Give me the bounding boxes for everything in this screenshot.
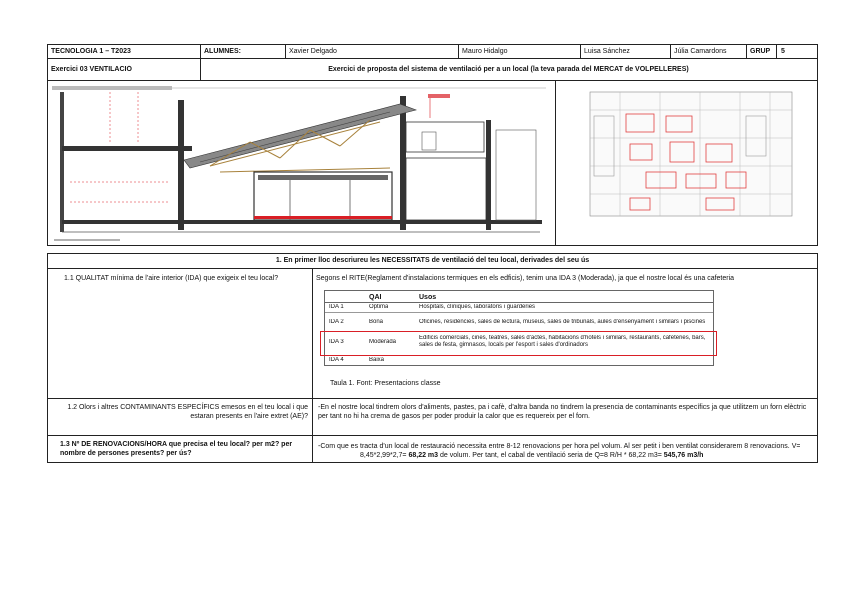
header-divider-5: [670, 44, 671, 58]
body-border-left: [47, 253, 48, 463]
student-2: Mauro Hidalgo: [462, 48, 508, 55]
answer-ida: Segons el RITE(Reglament d'instalacions …: [316, 275, 735, 282]
flow-formula: de volum. Per tant, el cabal de ventilac…: [438, 452, 664, 459]
group-value: 5: [781, 48, 785, 55]
header-border-top: [47, 44, 818, 45]
row-divider-1: [47, 398, 818, 399]
ida-col-usos: Usos: [419, 294, 437, 301]
q-column-divider: [312, 268, 313, 463]
header-border-mid: [47, 58, 818, 59]
answer-contaminants: -En el nostre local tindrem olors d'alim…: [318, 404, 807, 420]
ida-row-2-code: IDA 2: [329, 319, 344, 325]
header-border-right: [817, 44, 818, 246]
answer-renovations-line-1: -Com que es tracta d'un local de restaur…: [318, 443, 801, 450]
ida-row-line-1: [325, 312, 713, 313]
ida-row-2-qai: Bona: [369, 319, 384, 325]
header-border-left: [47, 44, 48, 246]
header-divider-2: [285, 44, 286, 58]
header-divider-7: [776, 44, 777, 58]
ida-header-line: [325, 302, 713, 303]
floor-plan: [589, 91, 793, 217]
images-border-bottom: [47, 245, 818, 246]
question-contaminants: 1.2 Olors i altres CONTAMINANTS ESPECÍFI…: [67, 404, 308, 420]
section-border-top: [47, 253, 818, 254]
volume-value: 68,22 m3: [408, 452, 439, 459]
exercise-name: Exercici 03 VENTILACIÓ: [51, 66, 132, 73]
ida-row-1-code: IDA 1: [329, 304, 344, 310]
ida-row-1-qai: Òptima: [369, 304, 389, 310]
header-divider-3: [458, 44, 459, 58]
section-border-bottom: [47, 268, 818, 269]
row-divider-3: [47, 462, 818, 463]
header-divider-4: [580, 44, 581, 58]
answer-renovations-line-2: 8,45*2,99*2,7= 68,22 m3 de volum. Per ta…: [360, 451, 703, 460]
question-ida: 1.1 QUALITAT mínima de l'aire interior (…: [64, 275, 279, 282]
ida-col-qai: QAI: [369, 294, 382, 301]
student-3: Luisa Sánchez: [584, 48, 630, 55]
ida-table-caption: Taula 1. Font: Presentacions classe: [330, 380, 441, 387]
header-divider-6: [746, 44, 747, 58]
student-4: Júlia Camardons: [674, 48, 727, 55]
ida-row-1-usos: Hospitals, clíniques, laboratoris i guar…: [419, 304, 536, 310]
course-name: TECNOLOGIA 1 – T2023: [51, 48, 131, 55]
section-drawing: [52, 86, 546, 241]
exercise-title: Exercici de proposta del sistema de vent…: [328, 66, 689, 73]
ida-row-2-usos: Oficines, residències, sales de lectura,…: [419, 319, 706, 325]
students-label: ALUMNES:: [204, 48, 241, 55]
ida-3-highlight: [320, 331, 717, 356]
images-divider: [555, 80, 556, 246]
body-border-right: [817, 253, 818, 463]
question-renovations: 1.3 Nº DE RENOVACIONS/HORA que precisa e…: [60, 441, 293, 457]
section-title: 1. En primer lloc descriureu les NECESSI…: [275, 257, 590, 264]
student-1: Xavier Delgado: [289, 48, 337, 55]
header-divider-1: [200, 44, 201, 80]
row-divider-2: [47, 435, 818, 436]
flow-value: 545,76 m3/h: [663, 452, 704, 459]
header-border-bottom: [47, 80, 818, 81]
volume-formula: 8,45*2,99*2,7=: [360, 452, 409, 459]
ida-row-4-code: IDA 4: [329, 357, 344, 363]
document-page: TECNOLOGIA 1 – T2023 ALUMNES: Xavier Del…: [0, 0, 848, 600]
ida-row-4-qai: Baixa: [369, 357, 385, 363]
group-label: GRUP: [750, 48, 771, 55]
